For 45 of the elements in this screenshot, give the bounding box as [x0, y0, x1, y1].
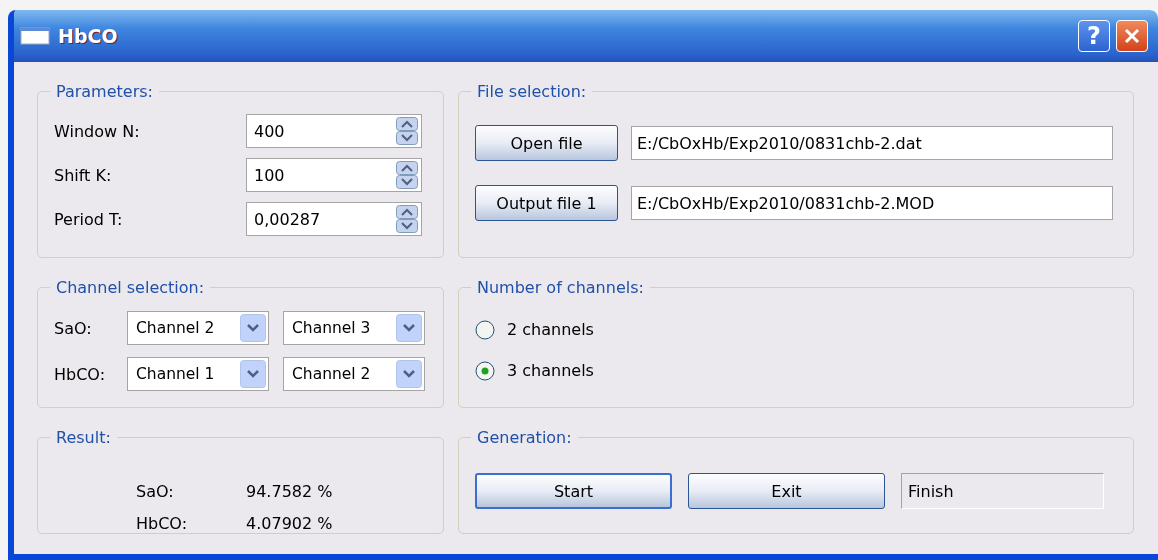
channel-dropdown[interactable]: Channel 2	[283, 357, 425, 391]
spin-field[interactable]: 400	[246, 114, 422, 148]
channel-dropdown[interactable]: Channel 3	[283, 311, 425, 345]
radio-label[interactable]: 2 channels	[507, 320, 594, 339]
group-title: File selection:	[476, 82, 588, 101]
status-field: Finish	[901, 473, 1104, 509]
result-label: HbCO:	[136, 513, 189, 533]
channel-dropdown[interactable]: Channel 2	[127, 311, 269, 345]
radio-button[interactable]	[475, 319, 495, 340]
field-label: SaO:	[54, 318, 93, 338]
spin-arrows-icon[interactable]	[396, 205, 418, 233]
action-button[interactable]: Exit	[688, 473, 885, 509]
window-icon	[20, 27, 50, 45]
close-icon	[1124, 28, 1140, 44]
caret-icon	[240, 360, 266, 388]
result-label: SaO:	[136, 481, 175, 501]
path-field[interactable]: E:/CbOxHb/Exp2010/0831chb-2.dat	[631, 126, 1113, 160]
result-value: 94.7582 %	[246, 481, 333, 501]
field-label: HbCO:	[54, 364, 107, 384]
radio-label[interactable]: 3 channels	[507, 361, 594, 380]
window-title: HbCO	[58, 25, 118, 47]
radio-button[interactable]	[475, 360, 495, 381]
help-button[interactable]: ?	[1078, 20, 1110, 52]
group-title: Parameters:	[55, 82, 154, 101]
path-field[interactable]: E:/CbOxHb/Exp2010/0831chb-2.MOD	[631, 186, 1113, 220]
action-button[interactable]: Start	[475, 473, 672, 509]
group-title: Number of channels:	[476, 278, 645, 297]
field-label: Window N:	[54, 121, 141, 141]
close-button[interactable]	[1116, 20, 1148, 52]
file-button[interactable]: Open file	[475, 125, 618, 161]
file-button[interactable]: Output file 1	[475, 185, 618, 221]
spin-field[interactable]: 0,00287	[246, 202, 422, 236]
field-label: Period T:	[54, 209, 124, 229]
group-title: Generation:	[476, 428, 573, 447]
caret-icon	[396, 314, 422, 342]
result-value: 4.07902 %	[246, 513, 333, 533]
spin-arrows-icon[interactable]	[396, 117, 418, 145]
group-title: Channel selection:	[55, 278, 206, 297]
caret-icon	[396, 360, 422, 388]
spin-arrows-icon[interactable]	[396, 161, 418, 189]
channel-dropdown[interactable]: Channel 1	[127, 357, 269, 391]
field-label: Shift K:	[54, 165, 113, 185]
group-title: Result:	[55, 428, 112, 447]
caret-icon	[240, 314, 266, 342]
spin-field[interactable]: 100	[246, 158, 422, 192]
